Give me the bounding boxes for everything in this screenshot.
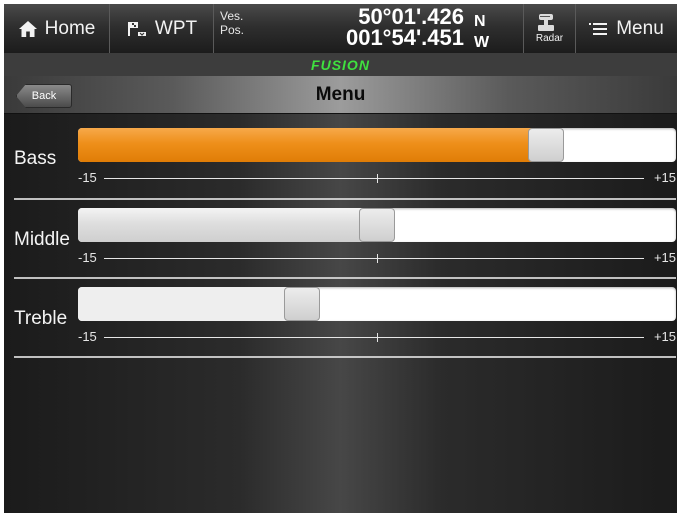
latitude-value: 50°01'.426: [358, 4, 464, 29]
back-button[interactable]: Back: [16, 84, 72, 108]
waypoint-button[interactable]: WPT: [110, 4, 214, 53]
bass-scale-center-tick: [377, 174, 378, 183]
treble-scale: -15 +15: [78, 329, 676, 347]
treble-slider-handle[interactable]: [284, 287, 320, 321]
middle-slider-handle[interactable]: [359, 208, 395, 242]
bass-scale-min: -15: [78, 170, 97, 185]
middle-slider-fill: [78, 208, 377, 242]
longitude-value: 001°54'.451: [345, 25, 464, 50]
bass-slider[interactable]: [78, 128, 676, 162]
vessel-position: Ves. Pos. 50°01'.426 001°54'.451 N W: [214, 4, 524, 53]
middle-slider[interactable]: [78, 208, 676, 242]
treble-label: Treble: [14, 308, 68, 329]
wpt-label: WPT: [154, 17, 198, 39]
bass-scale-line: [104, 178, 644, 179]
top-bar: Home WPT Ves. Pos. 50°01'.426 001°54'.45…: [4, 4, 677, 53]
treble-slider[interactable]: [78, 287, 676, 321]
chartplotter-screen: Home WPT Ves. Pos. 50°01'.426 001°54'.45…: [4, 4, 677, 513]
treble-slider-fill: [78, 287, 302, 321]
middle-scale-line: [104, 258, 644, 259]
middle-scale: -15 +15: [78, 250, 676, 268]
radar-icon: [538, 14, 554, 31]
bass-row: Bass -15 +15: [4, 119, 677, 199]
menu-icon: [589, 22, 608, 35]
divider: [14, 356, 676, 358]
middle-scale-min: -15: [78, 250, 97, 265]
menu-button[interactable]: Menu: [576, 4, 677, 53]
menu-label: Menu: [616, 17, 664, 39]
middle-label: Middle: [14, 229, 70, 250]
bass-slider-handle[interactable]: [528, 128, 564, 162]
home-label: Home: [44, 17, 96, 39]
page-title: Menu: [315, 83, 366, 105]
vessel-position-label: Ves. Pos.: [220, 9, 245, 37]
waypoint-flag-icon: [127, 21, 146, 36]
treble-scale-max: +15: [653, 329, 676, 344]
back-label: Back: [31, 90, 57, 102]
middle-scale-center-tick: [377, 254, 378, 263]
home-icon: [18, 20, 37, 37]
position-values: 50°01'.426 001°54'.451: [314, 4, 464, 50]
latitude-hemisphere: N: [474, 13, 486, 30]
middle-row: Middle -15 +15: [4, 199, 677, 279]
middle-scale-max: +15: [653, 250, 676, 265]
hemisphere-values: N W: [474, 11, 489, 53]
bass-scale: -15 +15: [78, 170, 676, 188]
treble-scale-min: -15: [78, 329, 97, 344]
treble-scale-line: [104, 337, 644, 338]
radar-button[interactable]: Radar: [524, 4, 576, 53]
radar-label: Radar: [535, 33, 564, 44]
page-header: Menu Back: [4, 76, 677, 114]
treble-scale-center-tick: [377, 333, 378, 342]
treble-row: Treble -15 +15: [4, 278, 677, 358]
longitude-hemisphere: W: [474, 34, 490, 51]
bass-label: Bass: [14, 148, 57, 169]
bass-slider-fill: [78, 128, 546, 162]
bass-scale-max: +15: [653, 170, 676, 185]
brand-strip: FUSION: [4, 53, 677, 76]
fusion-logo: FUSION: [311, 56, 370, 73]
home-button[interactable]: Home: [4, 4, 110, 53]
